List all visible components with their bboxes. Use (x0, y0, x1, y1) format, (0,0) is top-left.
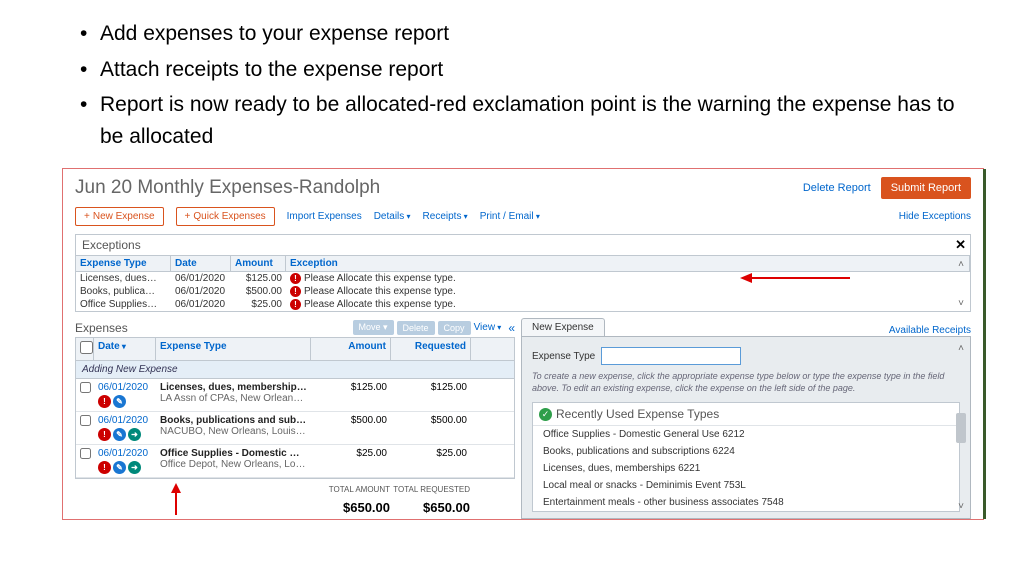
teal-status-icon: ➜ (128, 428, 141, 441)
exception-row[interactable]: Office Supplies…06/01/2020$25.00!Please … (76, 298, 970, 311)
annotation-arrow-horizontal (740, 271, 850, 285)
submit-report-button[interactable]: Submit Report (881, 177, 971, 199)
toolbar: +New Expense +Quick Expenses Import Expe… (63, 203, 983, 234)
blue-status-icon: ✎ (113, 461, 126, 474)
red-status-icon: ! (98, 428, 111, 441)
row-checkbox[interactable] (80, 448, 91, 459)
slide-bullets: Add expenses to your expense report Atta… (0, 0, 1024, 164)
bullet-3: Report is now ready to be allocated-red … (80, 89, 964, 152)
copy-button[interactable]: Copy (438, 321, 471, 335)
plus-icon: + (185, 211, 191, 222)
teal-status-icon: ➜ (128, 461, 141, 474)
col-expense-type[interactable]: Expense Type (76, 256, 171, 271)
new-expense-pane: New Expense Available Receipts Expense T… (521, 318, 971, 519)
red-status-icon: ! (98, 461, 111, 474)
select-all-checkbox[interactable] (80, 341, 93, 354)
totals-row: TOTAL AMOUNT TOTAL REQUESTED (75, 479, 515, 494)
exception-row[interactable]: Books, publica…06/01/2020$500.00!Please … (76, 285, 970, 298)
total-requested-value: $650.00 (390, 500, 470, 515)
scroll-down-icon[interactable]: ˅ (958, 501, 964, 512)
new-expense-hint: To create a new expense, click the appro… (532, 371, 960, 394)
col-expense-type[interactable]: Expense Type (156, 338, 311, 360)
col-date[interactable]: Date (94, 338, 156, 360)
expense-row[interactable]: 06/01/2020!✎➜Office Supplies - Domestic … (76, 445, 514, 478)
recent-expense-type[interactable]: Local meal or snacks - Deminimis Event 7… (533, 477, 959, 494)
hide-exceptions-link[interactable]: Hide Exceptions (899, 211, 971, 222)
details-menu[interactable]: Details (374, 211, 411, 222)
blue-status-icon: ✎ (113, 428, 126, 441)
receipts-menu[interactable]: Receipts (423, 211, 468, 222)
expense-type-label: Expense Type (532, 351, 595, 362)
check-icon: ✓ (539, 408, 552, 421)
collapse-icon[interactable]: « (508, 321, 515, 335)
red-status-icon: ! (98, 395, 111, 408)
report-header: Jun 20 Monthly Expenses-Randolph Delete … (63, 169, 983, 203)
report-title: Jun 20 Monthly Expenses-Randolph (75, 177, 380, 199)
row-checkbox[interactable] (80, 382, 91, 393)
recent-expense-type[interactable]: Entertainment meals - other business ass… (533, 494, 959, 511)
expense-type-input[interactable] (601, 347, 741, 365)
exclamation-icon: ! (290, 273, 301, 284)
exceptions-title: Exceptions (76, 235, 970, 255)
expenses-table: Date Expense Type Amount Requested Addin… (75, 337, 515, 479)
expenses-pane: Expenses Move ▾ Delete Copy View « Date … (75, 318, 515, 519)
expense-row[interactable]: 06/01/2020!✎➜Books, publications and sub… (76, 412, 514, 445)
col-date[interactable]: Date (171, 256, 231, 271)
plus-icon: + (84, 211, 90, 222)
expenses-title: Expenses (75, 321, 128, 335)
bullet-2: Attach receipts to the expense report (80, 54, 964, 86)
move-button[interactable]: Move ▾ (353, 320, 394, 335)
total-requested-label: TOTAL REQUESTED (390, 485, 470, 494)
view-menu[interactable]: View (474, 322, 502, 333)
delete-button[interactable]: Delete (397, 321, 435, 335)
exceptions-scrollbar[interactable]: ˄˅ (954, 259, 968, 309)
exclamation-icon: ! (290, 299, 301, 310)
row-checkbox[interactable] (80, 415, 91, 426)
recent-expense-type[interactable]: Books, publications and subscriptions 62… (533, 443, 959, 460)
exceptions-panel: Exceptions ✕ Expense Type Date Amount Ex… (75, 234, 971, 312)
bullet-1: Add expenses to your expense report (80, 18, 964, 50)
tab-new-expense[interactable]: New Expense (521, 318, 605, 336)
new-expense-button[interactable]: +New Expense (75, 207, 164, 226)
col-requested[interactable]: Requested (391, 338, 471, 360)
expense-app-frame: Jun 20 Monthly Expenses-Randolph Delete … (62, 168, 984, 520)
quick-expenses-button[interactable]: +Quick Expenses (176, 207, 275, 226)
delete-report-link[interactable]: Delete Report (803, 182, 871, 194)
pane-scrollbar[interactable]: ˄˅ (954, 343, 968, 512)
total-amount-label: TOTAL AMOUNT (310, 485, 390, 494)
import-expenses-link[interactable]: Import Expenses (287, 211, 362, 222)
recent-expense-type[interactable]: Licenses, dues, memberships 6221 (533, 460, 959, 477)
col-amount[interactable]: Amount (311, 338, 391, 360)
expenses-header-row: Date Expense Type Amount Requested (76, 338, 514, 361)
recent-expense-type[interactable]: Office Supplies - Domestic General Use 6… (533, 426, 959, 443)
recently-used-title: Recently Used Expense Types (556, 407, 719, 421)
print-email-menu[interactable]: Print / Email (480, 211, 540, 222)
exceptions-header-row: Expense Type Date Amount Exception (76, 255, 970, 272)
total-amount-value: $650.00 (310, 500, 390, 515)
col-amount[interactable]: Amount (231, 256, 286, 271)
scroll-up-icon[interactable]: ˄ (958, 343, 964, 354)
close-icon[interactable]: ✕ (955, 237, 966, 253)
scroll-thumb[interactable] (956, 413, 966, 443)
recently-used-box: ✓ Recently Used Expense Types Office Sup… (532, 402, 960, 512)
scroll-up-icon[interactable]: ˄ (958, 259, 964, 270)
col-exception[interactable]: Exception (286, 256, 970, 271)
adding-new-expense-row[interactable]: Adding New Expense (76, 361, 514, 379)
annotation-arrow-vertical (169, 483, 183, 515)
expense-row[interactable]: 06/01/2020!✎Licenses, dues, memberships … (76, 379, 514, 412)
scroll-down-icon[interactable]: ˅ (958, 298, 964, 309)
available-receipts-link[interactable]: Available Receipts (889, 325, 971, 336)
exclamation-icon: ! (290, 286, 301, 297)
blue-status-icon: ✎ (113, 395, 126, 408)
